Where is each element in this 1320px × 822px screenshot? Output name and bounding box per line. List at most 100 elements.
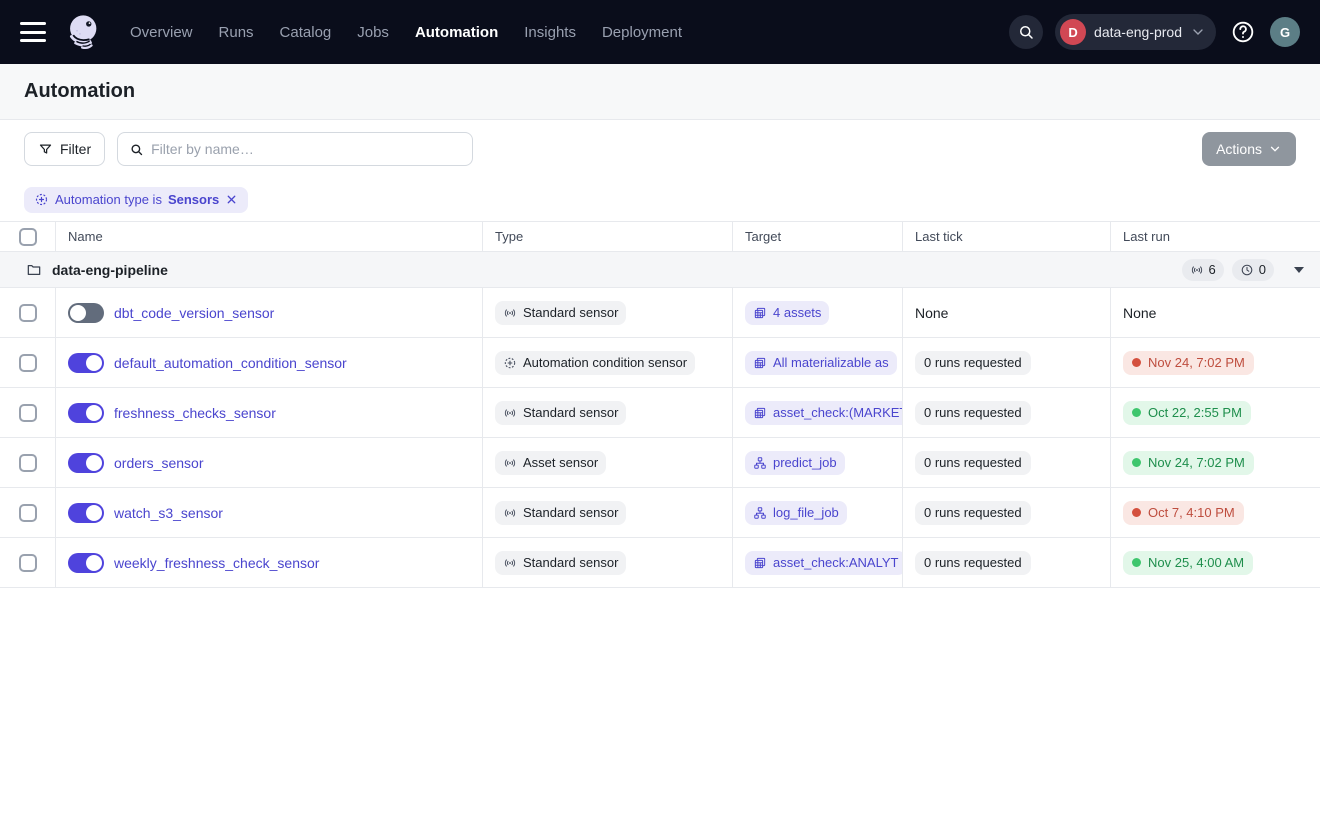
sensor-name-link[interactable]: dbt_code_version_sensor (114, 305, 274, 321)
sensor-icon (503, 556, 517, 570)
sensor-toggle[interactable] (68, 553, 104, 573)
sensor-icon (503, 306, 517, 320)
sensor-type-badge: Standard sensor (495, 501, 626, 525)
row-checkbox[interactable] (19, 404, 37, 422)
sensor-type-badge: Asset sensor (495, 451, 606, 475)
target-link[interactable]: predict_job (745, 451, 845, 475)
search-input[interactable] (151, 141, 461, 157)
run-status-dot-icon (1132, 508, 1141, 517)
target-link[interactable]: All materializable as (745, 351, 897, 375)
filter-button[interactable]: Filter (24, 132, 105, 166)
nav-item-deployment[interactable]: Deployment (602, 24, 682, 41)
last-tick-value: None (915, 305, 948, 321)
search-icon (129, 142, 144, 157)
deployment-name: data-eng-prod (1094, 24, 1182, 40)
deployment-switcher[interactable]: D data-eng-prod (1055, 14, 1216, 50)
table-header: Name Type Target Last tick Last run (0, 222, 1320, 252)
last-run-time: Nov 24, 7:02 PM (1148, 455, 1245, 470)
user-avatar[interactable]: G (1270, 17, 1300, 47)
collapse-caret-icon[interactable] (1294, 267, 1304, 273)
target-label: 4 assets (773, 305, 821, 320)
last-run-link[interactable]: Nov 24, 7:02 PM (1123, 451, 1254, 475)
run-status-dot-icon (1132, 358, 1141, 367)
sensor-type-badge: Standard sensor (495, 301, 626, 325)
target-link[interactable]: log_file_job (745, 501, 847, 525)
active-filters-row: Automation type is Sensors (0, 178, 1320, 222)
filter-tag-value: Sensors (168, 192, 219, 207)
sensor-type-label: Standard sensor (523, 505, 618, 520)
row-checkbox[interactable] (19, 304, 37, 322)
actions-button[interactable]: Actions (1202, 132, 1296, 166)
filter-tag-automation-type[interactable]: Automation type is Sensors (24, 187, 248, 213)
toolbar: Filter Actions (0, 120, 1320, 178)
code-location-name: data-eng-pipeline (52, 262, 168, 278)
filter-tag-prefix: Automation type is (55, 192, 162, 207)
funnel-icon (38, 142, 53, 157)
sensor-type-label: Standard sensor (523, 405, 618, 420)
automation-condition-icon (34, 192, 49, 207)
sensor-name-link[interactable]: default_automation_condition_sensor (114, 355, 347, 371)
code-location-counts: 6 0 (1182, 259, 1304, 281)
deployment-badge: D (1060, 19, 1086, 45)
last-run-time: Nov 24, 7:02 PM (1148, 355, 1245, 370)
nav-item-jobs[interactable]: Jobs (357, 24, 389, 41)
target-link[interactable]: asset_check:ANALYT (745, 551, 903, 575)
row-checkbox[interactable] (19, 554, 37, 572)
nav-item-runs[interactable]: Runs (219, 24, 254, 41)
asset-icon (753, 556, 767, 570)
code-location-row: data-eng-pipeline 6 0 (0, 252, 1320, 288)
help-icon[interactable] (1228, 17, 1258, 47)
sensor-type-badge: Automation condition sensor (495, 351, 695, 375)
last-run-link[interactable]: Oct 7, 4:10 PM (1123, 501, 1244, 525)
last-run-link[interactable]: Nov 24, 7:02 PM (1123, 351, 1254, 375)
run-status-dot-icon (1132, 458, 1141, 467)
sensor-name-link[interactable]: watch_s3_sensor (114, 505, 223, 521)
sensor-toggle[interactable] (68, 403, 104, 423)
sensor-toggle[interactable] (68, 353, 104, 373)
target-link[interactable]: asset_check:(MARKET (745, 401, 903, 425)
nav-item-insights[interactable]: Insights (524, 24, 576, 41)
sensor-type-label: Asset sensor (523, 455, 598, 470)
nav-item-overview[interactable]: Overview (130, 24, 193, 41)
close-icon[interactable] (225, 193, 238, 206)
search-icon[interactable] (1009, 15, 1043, 49)
menu-icon[interactable] (20, 22, 46, 42)
sensor-count: 6 (1209, 262, 1216, 277)
last-tick-value: 0 runs requested (915, 551, 1031, 575)
sensor-toggle[interactable] (68, 303, 104, 323)
nav-item-catalog[interactable]: Catalog (280, 24, 332, 41)
last-tick-value: 0 runs requested (915, 451, 1031, 475)
sensor-name-link[interactable]: weekly_freshness_check_sensor (114, 555, 319, 571)
sensor-type-label: Standard sensor (523, 305, 618, 320)
row-checkbox[interactable] (19, 354, 37, 372)
dagster-logo-icon[interactable] (64, 12, 104, 52)
last-run-time: Nov 25, 4:00 AM (1148, 555, 1244, 570)
title-bar: Automation (0, 64, 1320, 120)
last-run-link[interactable]: Nov 25, 4:00 AM (1123, 551, 1253, 575)
nav-right-controls: D data-eng-prod G (1009, 14, 1300, 50)
target-link[interactable]: 4 assets (745, 301, 829, 325)
column-header-name: Name (68, 229, 103, 244)
page-title: Automation (24, 80, 135, 103)
sensor-icon (1190, 263, 1204, 277)
last-run-link[interactable]: Oct 22, 2:55 PM (1123, 401, 1251, 425)
column-header-last-tick: Last tick (915, 229, 963, 244)
run-status-dot-icon (1132, 558, 1141, 567)
sensor-toggle[interactable] (68, 453, 104, 473)
row-checkbox[interactable] (19, 454, 37, 472)
sensor-type-badge: Standard sensor (495, 401, 626, 425)
sensor-type-label: Automation condition sensor (523, 355, 687, 370)
job-icon (753, 506, 767, 520)
row-checkbox[interactable] (19, 504, 37, 522)
sensor-type-badge: Standard sensor (495, 551, 626, 575)
select-all-checkbox[interactable] (19, 228, 37, 246)
target-label: asset_check:ANALYT (773, 555, 898, 570)
sensor-name-link[interactable]: orders_sensor (114, 455, 204, 471)
folder-icon (26, 262, 42, 278)
sensor-count-badge: 6 (1182, 259, 1224, 281)
nav-item-automation[interactable]: Automation (415, 24, 498, 41)
target-label: All materializable as (773, 355, 889, 370)
sensor-toggle[interactable] (68, 503, 104, 523)
target-label: asset_check:(MARKET (773, 405, 903, 420)
sensor-name-link[interactable]: freshness_checks_sensor (114, 405, 276, 421)
